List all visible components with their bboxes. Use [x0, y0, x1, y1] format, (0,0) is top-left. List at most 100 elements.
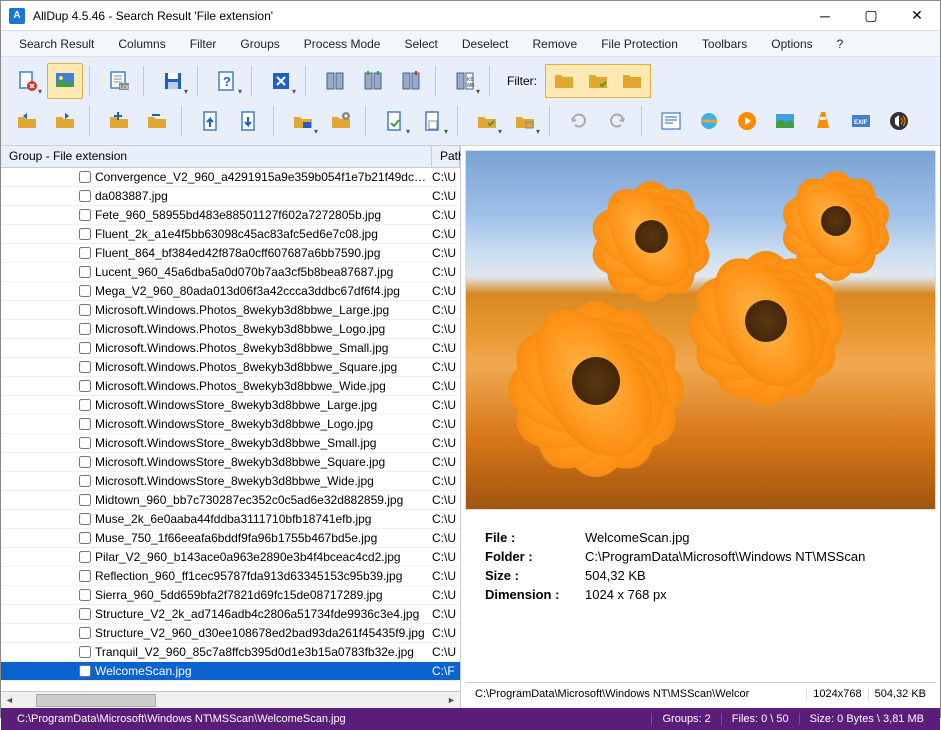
- table-row[interactable]: Mega_V2_960_80ada013d06f3a42ccca3ddbc67d…: [1, 282, 460, 301]
- save-button[interactable]: ▾: [155, 63, 191, 99]
- menu--[interactable]: ?: [827, 34, 854, 54]
- menu-options[interactable]: Options: [761, 34, 822, 54]
- text-view-button[interactable]: [653, 103, 689, 139]
- row-checkbox[interactable]: [79, 551, 91, 563]
- menu-toolbars[interactable]: Toolbars: [692, 34, 757, 54]
- folder-blue-button[interactable]: ▾: [285, 103, 321, 139]
- menu-columns[interactable]: Columns: [108, 34, 175, 54]
- filter-folder-check[interactable]: [582, 67, 614, 95]
- table-row[interactable]: Muse_750_1f66eeafa6bddf9fa96b1755b467bd5…: [1, 529, 460, 548]
- row-checkbox[interactable]: [79, 380, 91, 392]
- folder-right-button[interactable]: [47, 103, 83, 139]
- row-checkbox[interactable]: [79, 437, 91, 449]
- table-row[interactable]: Lucent_960_45a6dba5a0d070b7aa3cf5b8bea87…: [1, 263, 460, 282]
- horizontal-scrollbar[interactable]: ◄ ►: [1, 691, 460, 708]
- table-row[interactable]: Microsoft.Windows.Photos_8wekyb3d8bbwe_L…: [1, 301, 460, 320]
- vlc-button[interactable]: [805, 103, 841, 139]
- minimize-button[interactable]: ─: [802, 1, 848, 31]
- row-checkbox[interactable]: [79, 665, 91, 677]
- table-row[interactable]: Microsoft.Windows.Photos_8wekyb3d8bbwe_L…: [1, 320, 460, 339]
- row-checkbox[interactable]: [79, 228, 91, 240]
- table-row[interactable]: Microsoft.Windows.Photos_8wekyb3d8bbwe_S…: [1, 339, 460, 358]
- row-checkbox[interactable]: [79, 285, 91, 297]
- row-checkbox[interactable]: [79, 361, 91, 373]
- menu-search-result[interactable]: Search Result: [9, 34, 104, 54]
- maximize-button[interactable]: ▢: [848, 1, 894, 31]
- doc-uncheck-button[interactable]: ▾: [415, 103, 451, 139]
- table-row[interactable]: Microsoft.WindowsStore_8wekyb3d8bbwe_Sma…: [1, 434, 460, 453]
- close-x-button[interactable]: ▾: [263, 63, 299, 99]
- table-row[interactable]: Microsoft.Windows.Photos_8wekyb3d8bbwe_S…: [1, 358, 460, 377]
- table-row[interactable]: Pilar_V2_960_b143ace0a963e2890e3b4f4bcea…: [1, 548, 460, 567]
- table-row[interactable]: Microsoft.WindowsStore_8wekyb3d8bbwe_Squ…: [1, 453, 460, 472]
- filter-folder-3[interactable]: [616, 67, 648, 95]
- image-preview-button[interactable]: [47, 63, 83, 99]
- row-checkbox[interactable]: [79, 608, 91, 620]
- menu-process-mode[interactable]: Process Mode: [294, 34, 391, 54]
- table-row[interactable]: Tranquil_V2_960_85c7a8ffcb395d0d1e3b15a0…: [1, 643, 460, 662]
- table-row[interactable]: Muse_2k_6e0aaba44fddba3111710bfb18741efb…: [1, 510, 460, 529]
- list-log-button[interactable]: LOG: [101, 63, 137, 99]
- table-row[interactable]: Reflection_960_ff1cec95787fda913d6334515…: [1, 567, 460, 586]
- row-checkbox[interactable]: [79, 190, 91, 202]
- table-row[interactable]: Fluent_2k_a1e4f5bb63098c45ac83afc5ed6e7c…: [1, 225, 460, 244]
- undo-button[interactable]: [561, 103, 597, 139]
- row-checkbox[interactable]: [79, 589, 91, 601]
- ie-button[interactable]: [691, 103, 727, 139]
- media-player-button[interactable]: [729, 103, 765, 139]
- row-checkbox[interactable]: [79, 304, 91, 316]
- row-checkbox[interactable]: [79, 456, 91, 468]
- folder-gear-button[interactable]: [323, 103, 359, 139]
- menu-deselect[interactable]: Deselect: [452, 34, 519, 54]
- table-row[interactable]: Fluent_864_bf384ed42f878a0cff607687a6bb7…: [1, 244, 460, 263]
- table-row[interactable]: WelcomeScan.jpgC:\F: [1, 662, 460, 681]
- row-checkbox[interactable]: [79, 342, 91, 354]
- table-row[interactable]: da083887.jpgC:\U: [1, 187, 460, 206]
- folder-minus-button[interactable]: [139, 103, 175, 139]
- doc-delete-button[interactable]: ▾: [9, 63, 45, 99]
- table-row[interactable]: Fete_960_58955bd483e88501127f602a7272805…: [1, 206, 460, 225]
- doc-up-button[interactable]: [193, 103, 229, 139]
- columns-kb-button[interactable]: KBMB▾: [447, 63, 483, 99]
- column-path[interactable]: Path: [432, 146, 460, 167]
- row-checkbox[interactable]: [79, 171, 91, 183]
- table-row[interactable]: Convergence_V2_960_a4291915a9e359b054f1e…: [1, 168, 460, 187]
- row-checkbox[interactable]: [79, 475, 91, 487]
- help-button[interactable]: ?▾: [209, 63, 245, 99]
- folder-uncheck-button[interactable]: ▾: [507, 103, 543, 139]
- exif-button[interactable]: EXIF: [843, 103, 879, 139]
- table-row[interactable]: Microsoft.WindowsStore_8wekyb3d8bbwe_Lar…: [1, 396, 460, 415]
- table-row[interactable]: Sierra_960_5dd659bfa2f7821d69fc15de08717…: [1, 586, 460, 605]
- table-row[interactable]: Microsoft.WindowsStore_8wekyb3d8bbwe_Log…: [1, 415, 460, 434]
- column-group[interactable]: Group - File extension: [1, 146, 432, 167]
- doc-down-button[interactable]: [231, 103, 267, 139]
- row-checkbox[interactable]: [79, 513, 91, 525]
- table-row[interactable]: Midtown_960_bb7c730287ec352c0c5ad6e32d88…: [1, 491, 460, 510]
- row-checkbox[interactable]: [79, 627, 91, 639]
- columns-2-button[interactable]: [355, 63, 391, 99]
- table-row[interactable]: Microsoft.WindowsStore_8wekyb3d8bbwe_Wid…: [1, 472, 460, 491]
- row-checkbox[interactable]: [79, 323, 91, 335]
- menu-remove[interactable]: Remove: [523, 34, 588, 54]
- doc-check-button[interactable]: ▾: [377, 103, 413, 139]
- row-checkbox[interactable]: [79, 247, 91, 259]
- row-checkbox[interactable]: [79, 494, 91, 506]
- menu-file-protection[interactable]: File Protection: [591, 34, 688, 54]
- row-checkbox[interactable]: [79, 646, 91, 658]
- menu-select[interactable]: Select: [394, 34, 447, 54]
- filter-folder-1[interactable]: [548, 67, 580, 95]
- row-checkbox[interactable]: [79, 209, 91, 221]
- menu-groups[interactable]: Groups: [230, 34, 289, 54]
- columns-3-button[interactable]: [393, 63, 429, 99]
- table-row[interactable]: Structure_V2_2k_ad7146adb4c2806a51734fde…: [1, 605, 460, 624]
- row-checkbox[interactable]: [79, 418, 91, 430]
- folder-plus-button[interactable]: [101, 103, 137, 139]
- grid-body[interactable]: Convergence_V2_960_a4291915a9e359b054f1e…: [1, 168, 460, 691]
- folder-left-button[interactable]: [9, 103, 45, 139]
- row-checkbox[interactable]: [79, 399, 91, 411]
- table-row[interactable]: Structure_V2_960_d30ee108678ed2bad93da26…: [1, 624, 460, 643]
- sound-button[interactable]: [881, 103, 917, 139]
- row-checkbox[interactable]: [79, 266, 91, 278]
- picture-button[interactable]: [767, 103, 803, 139]
- row-checkbox[interactable]: [79, 532, 91, 544]
